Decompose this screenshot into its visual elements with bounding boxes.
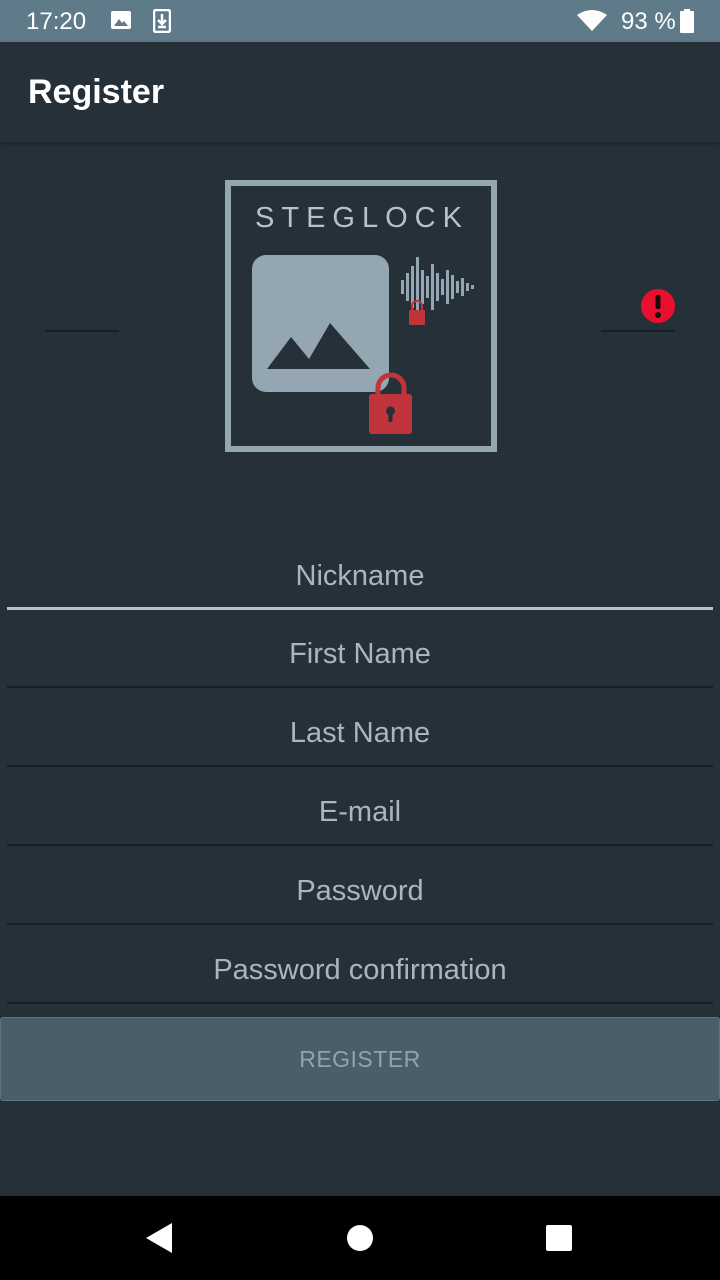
battery-percentage: 93 % xyxy=(621,8,676,35)
password-field[interactable]: Password xyxy=(7,865,713,925)
nickname-field[interactable]: Nickname xyxy=(7,550,713,610)
home-icon[interactable] xyxy=(346,1224,374,1257)
left-divider xyxy=(45,330,119,332)
right-divider xyxy=(601,330,675,332)
logo-text: STEGLOCK xyxy=(255,202,469,234)
status-time: 17:20 xyxy=(26,8,87,35)
battery-icon xyxy=(680,9,694,38)
image-icon xyxy=(110,9,132,36)
recents-icon[interactable] xyxy=(546,1225,572,1256)
download-icon xyxy=(152,8,172,38)
app-logo: STEGLOCK xyxy=(225,180,497,452)
app-bar: Register xyxy=(0,42,720,142)
email-field[interactable]: E-mail xyxy=(7,786,713,846)
last-name-field[interactable]: Last Name xyxy=(7,707,713,767)
register-button[interactable]: REGISTER xyxy=(0,1017,720,1101)
first-name-field[interactable]: First Name xyxy=(7,628,713,688)
error-icon[interactable] xyxy=(640,288,676,329)
password-confirmation-field[interactable]: Password confirmation xyxy=(7,944,713,1004)
navigation-bar xyxy=(0,1196,720,1280)
back-icon[interactable] xyxy=(146,1223,172,1258)
page-title: Register xyxy=(28,73,165,111)
status-bar: 17:20 93 % xyxy=(0,0,720,42)
wifi-icon xyxy=(576,10,608,37)
